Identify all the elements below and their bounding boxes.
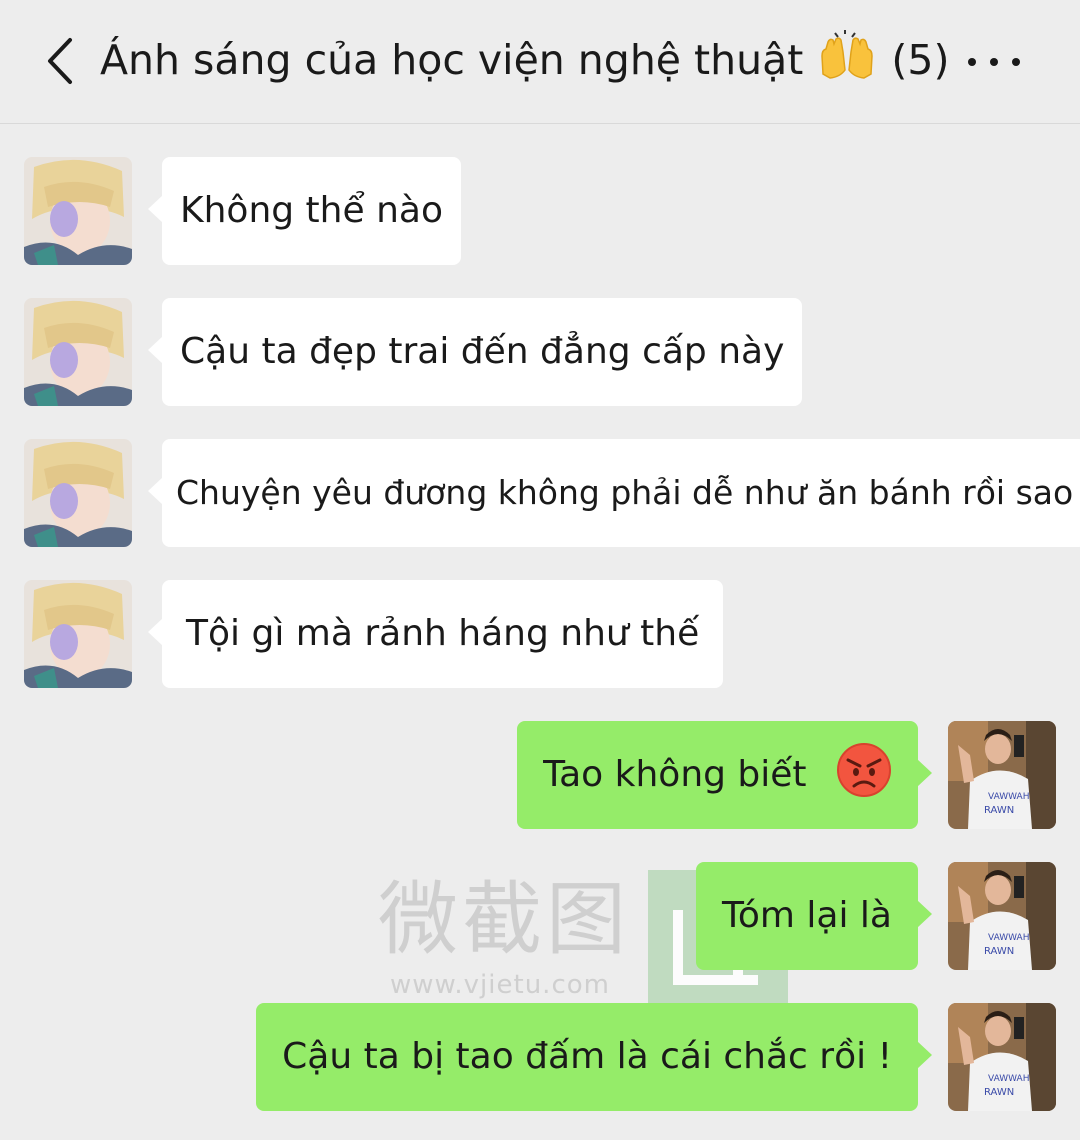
message-bubble[interactable]: Cậu ta bị tao đấm là cái chắc rồi ! bbox=[256, 1003, 932, 1111]
message-text: Tao không biết bbox=[543, 754, 807, 795]
svg-text:RAWN: RAWN bbox=[984, 1087, 1014, 1098]
avatar-boy[interactable]: VAWWAH RAWN bbox=[948, 1003, 1056, 1111]
more-dot bbox=[1012, 58, 1020, 66]
more-dot bbox=[990, 58, 998, 66]
message-text: Không thể nào bbox=[180, 190, 443, 231]
avatar-girl[interactable] bbox=[24, 580, 132, 688]
avatar-boy[interactable]: VAWWAH RAWN bbox=[948, 862, 1056, 970]
member-count: (5) bbox=[891, 36, 950, 84]
chat-title: Ánh sáng của học viện nghệ thuật (5) bbox=[100, 30, 949, 90]
chevron-left-icon bbox=[48, 38, 72, 84]
more-dots-icon bbox=[968, 58, 976, 66]
watermark-text: 微截图 bbox=[378, 873, 630, 966]
message-bubble[interactable]: Chuyện yêu đương không phải dễ như ăn bá… bbox=[147, 439, 1080, 547]
message-text: Cậu ta bị tao đấm là cái chắc rồi ! bbox=[282, 1036, 892, 1077]
avatar-girl[interactable] bbox=[24, 157, 132, 265]
more-button[interactable] bbox=[962, 44, 1026, 78]
watermark-url: www.vjietu.com bbox=[390, 970, 610, 1000]
message-bubble[interactable]: Tóm lại là bbox=[696, 862, 932, 970]
message-bubble[interactable]: Không thể nào bbox=[148, 157, 461, 265]
svg-text:VAWWAH: VAWWAH bbox=[988, 1074, 1029, 1084]
message-bubble[interactable]: Cậu ta đẹp trai đến đẳng cấp này bbox=[147, 298, 803, 406]
angry-face-emoji bbox=[837, 743, 891, 797]
message-text: Cậu ta đẹp trai đến đẳng cấp này bbox=[180, 331, 785, 372]
raising-hands-emoji bbox=[821, 30, 874, 79]
avatar-girl[interactable] bbox=[24, 439, 132, 547]
svg-text:RAWN: RAWN bbox=[984, 805, 1014, 816]
chat-header: Ánh sáng của học viện nghệ thuật (5) bbox=[0, 0, 1080, 124]
back-button[interactable] bbox=[40, 34, 90, 88]
message-bubble[interactable]: Tội gì mà rảnh háng như thế bbox=[147, 580, 724, 688]
message-text: Tội gì mà rảnh háng như thế bbox=[186, 613, 700, 654]
svg-text:VAWWAH: VAWWAH bbox=[988, 933, 1029, 943]
svg-text:VAWWAH: VAWWAH bbox=[988, 792, 1029, 802]
message-text: Chuyện yêu đương không phải dễ như ăn bá… bbox=[176, 473, 1074, 512]
chat-title-text: Ánh sáng của học viện nghệ thuật bbox=[100, 36, 804, 84]
avatar-boy[interactable]: VAWWAH RAWN bbox=[948, 721, 1056, 829]
message-bubble[interactable]: Tao không biết bbox=[517, 721, 932, 829]
message-text: Tóm lại là bbox=[722, 895, 892, 936]
svg-text:RAWN: RAWN bbox=[984, 946, 1014, 957]
avatar-girl[interactable] bbox=[24, 298, 132, 406]
